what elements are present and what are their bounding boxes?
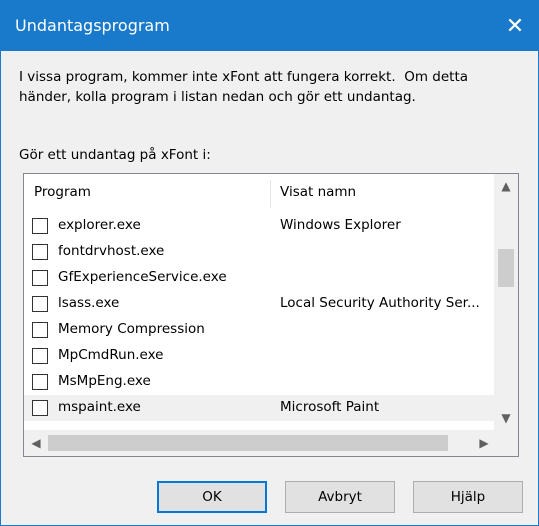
column-header-display-name[interactable]: Visat namn xyxy=(280,184,356,200)
display-name-cell: Microsoft Paint xyxy=(280,399,380,415)
table-row[interactable]: fontdrvhost.exe xyxy=(24,239,496,265)
scrollbar-corner xyxy=(494,430,518,456)
vertical-scrollbar[interactable]: ▲ ▼ xyxy=(494,174,518,430)
row-checkbox[interactable] xyxy=(32,296,48,312)
scroll-right-icon[interactable]: ▶ xyxy=(472,431,496,455)
row-checkbox[interactable] xyxy=(32,348,48,364)
info-message: I vissa program, kommer inte xFont att f… xyxy=(19,69,473,105)
program-cell: GfExperienceService.exe xyxy=(58,269,227,285)
column-divider[interactable] xyxy=(270,180,271,208)
row-checkbox[interactable] xyxy=(32,400,48,416)
display-name-cell: Windows Explorer xyxy=(280,217,401,233)
program-cell: fontdrvhost.exe xyxy=(58,243,165,259)
program-cell: explorer.exe xyxy=(58,217,141,233)
scroll-up-icon[interactable]: ▲ xyxy=(494,174,518,198)
row-checkbox[interactable] xyxy=(32,322,48,338)
table-row[interactable]: MpCmdRun.exe xyxy=(24,343,496,369)
program-cell: lsass.exe xyxy=(58,295,120,311)
program-cell: Memory Compression xyxy=(58,321,205,337)
row-checkbox[interactable] xyxy=(32,374,48,390)
row-checkbox[interactable] xyxy=(32,218,48,234)
scroll-down-icon[interactable]: ▼ xyxy=(494,406,518,430)
table-row[interactable]: MsMpEng.exe xyxy=(24,369,496,395)
program-cell: MsMpEng.exe xyxy=(58,373,151,389)
row-checkbox[interactable] xyxy=(32,244,48,260)
list-header: Program Visat namn xyxy=(24,174,496,212)
cancel-button[interactable]: Avbryt xyxy=(285,481,395,513)
horizontal-scroll-thumb[interactable] xyxy=(48,435,448,451)
column-header-program[interactable]: Program xyxy=(34,184,91,200)
title-bar[interactable]: Undantagsprogram ✕ xyxy=(1,1,538,51)
display-name-cell: Local Security Authority Ser... xyxy=(280,295,480,311)
table-row[interactable]: mspaint.exe Microsoft Paint xyxy=(24,395,496,421)
help-button[interactable]: Hjälp xyxy=(413,481,523,513)
program-list[interactable]: Program Visat namn explorer.exe Windows E… xyxy=(23,173,519,457)
window-title: Undantagsprogram xyxy=(15,16,170,35)
program-cell: MpCmdRun.exe xyxy=(58,347,164,363)
row-checkbox[interactable] xyxy=(32,270,48,286)
table-row[interactable]: explorer.exe Windows Explorer xyxy=(24,213,496,239)
exception-label: Gör ett undantag på xFont i: xyxy=(19,147,211,163)
close-icon[interactable]: ✕ xyxy=(492,1,538,51)
dialog-window: Undantagsprogram ✕ I vissa program, komm… xyxy=(0,0,539,526)
table-row[interactable]: GfExperienceService.exe xyxy=(24,265,496,291)
program-cell: mspaint.exe xyxy=(58,399,141,415)
ok-button[interactable]: OK xyxy=(157,481,267,513)
table-row[interactable]: Memory Compression xyxy=(24,317,496,343)
scroll-left-icon[interactable]: ◀ xyxy=(24,431,48,455)
table-row[interactable]: lsass.exe Local Security Authority Ser... xyxy=(24,291,496,317)
horizontal-scrollbar[interactable]: ◀ ▶ xyxy=(24,430,496,456)
vertical-scroll-thumb[interactable] xyxy=(498,249,514,287)
